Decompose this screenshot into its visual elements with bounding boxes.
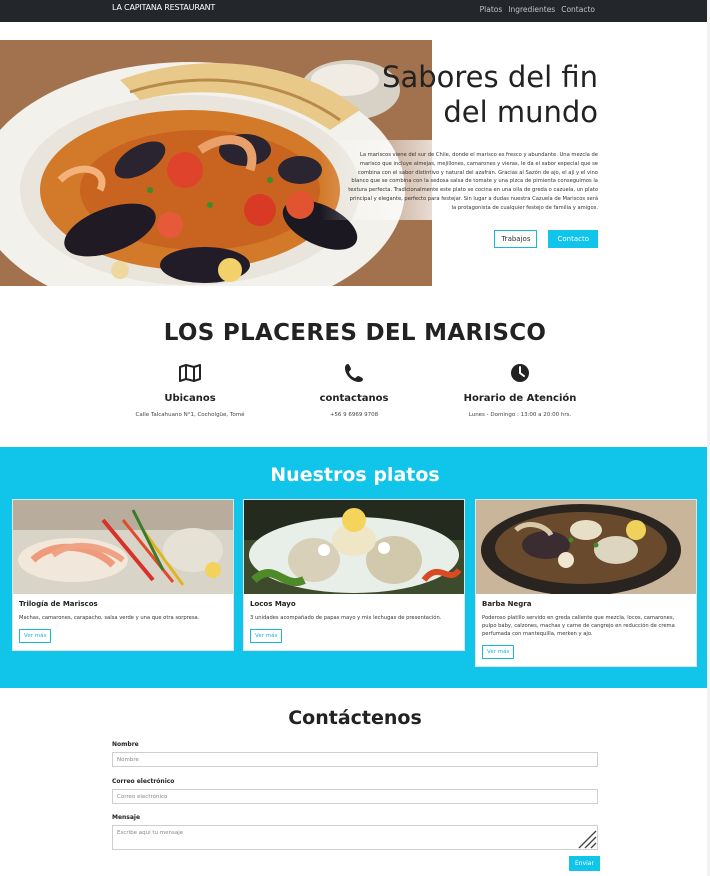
platos-section: Nuestros platos Trilogía de Mariscos Mac…: [0, 447, 710, 688]
map-icon: [120, 362, 260, 384]
dish-description: Poderoso platillo servido en greda calie…: [482, 615, 675, 637]
feature-ubicanos: Ubicanos Calle Talcahuano N°1, Cocholgüe…: [120, 362, 260, 418]
brand-logo[interactable]: LA CAPITANA RESTAURANT: [112, 3, 215, 12]
resize-grip-icon[interactable]: [577, 829, 597, 849]
contacto-button[interactable]: Contacto: [548, 230, 598, 248]
dish-card: Barba Negra Poderoso platillo servido en…: [475, 499, 697, 667]
nav-link-platos[interactable]: Platos: [480, 5, 503, 14]
dish-image-locos-mayo: [244, 500, 464, 594]
message-textarea[interactable]: [112, 825, 598, 850]
dish-card: Locos Mayo 3 unidades acompañado de papa…: [243, 499, 465, 651]
dish-description: 3 unidades acompañado de papas mayo y mi…: [250, 615, 442, 621]
ver-mas-button[interactable]: Ver más: [482, 645, 515, 659]
nav-links: Platos Ingredientes Contacto: [480, 5, 595, 14]
features-row: Ubicanos Calle Talcahuano N°1, Cocholgüe…: [110, 362, 600, 432]
email-input[interactable]: [112, 789, 598, 804]
feature-horario: Horario de Atención Lunes - Domingo : 13…: [450, 362, 590, 418]
message-label: Mensaje: [112, 814, 141, 821]
dish-image-barba-negra: [476, 500, 696, 594]
dish-card: Trilogía de Mariscos Machas, camarones, …: [12, 499, 234, 651]
hero-buttons: Trabajos Contacto: [494, 230, 598, 248]
clock-icon: [450, 362, 590, 384]
dish-title: Barba Negra: [482, 600, 532, 608]
contact-title: Contáctenos: [288, 707, 422, 729]
ver-mas-button[interactable]: Ver más: [250, 629, 283, 643]
send-button[interactable]: Enviar: [569, 856, 600, 871]
platos-title: Nuestros platos: [270, 464, 440, 486]
dish-title: Locos Mayo: [250, 600, 296, 608]
name-label: Nombre: [112, 741, 139, 748]
name-input[interactable]: [112, 752, 598, 767]
hero-description: La mariscos viene del sur de Chile, dond…: [348, 152, 598, 211]
navbar: LA CAPITANA RESTAURANT Platos Ingredient…: [0, 0, 710, 22]
hero-section: Sabores del fin del mundo La mariscos vi…: [0, 40, 710, 286]
phone-icon: [284, 362, 424, 384]
email-label: Correo electrónico: [112, 778, 175, 785]
ver-mas-button[interactable]: Ver más: [19, 629, 52, 643]
feature-title: contactanos: [319, 393, 389, 404]
feature-contactanos: contactanos +56 9 6969 9708: [284, 362, 424, 418]
trabajos-button[interactable]: Trabajos: [494, 230, 538, 248]
feature-text: Lunes - Domingo : 13:00 a 20:00 hrs.: [468, 412, 572, 418]
feature-text: +56 9 6969 9708: [329, 412, 379, 418]
nav-link-ingredientes[interactable]: Ingredientes: [508, 5, 555, 14]
feature-title: Horario de Atención: [463, 393, 577, 404]
placeres-title: LOS PLACERES DEL MARISCO: [163, 320, 547, 346]
feature-text: Calle Talcahuano N°1, Cocholgüe, Tomé: [135, 412, 245, 418]
dish-image-trilogia: [13, 500, 233, 594]
hero-title: Sabores del fin del mundo: [382, 60, 598, 129]
nav-link-contacto[interactable]: Contacto: [561, 5, 595, 14]
feature-title: Ubicanos: [164, 393, 216, 404]
dish-description: Machas, camarones, carapacho, salsa verd…: [19, 615, 200, 621]
dish-title: Trilogía de Mariscos: [19, 600, 98, 608]
